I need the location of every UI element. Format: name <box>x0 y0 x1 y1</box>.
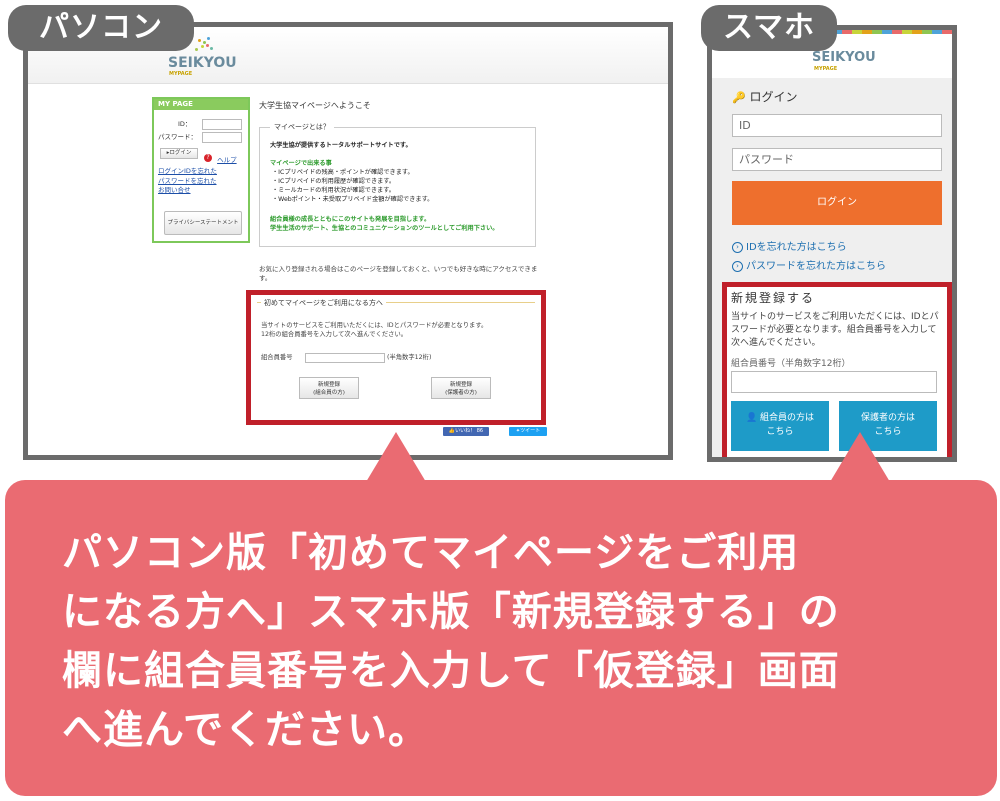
logo-subtext: MYPAGE <box>169 71 193 77</box>
sp-register-text: スワードが必要となります。組合員番号を入力して <box>731 325 937 335</box>
help-icon: ? <box>204 153 212 162</box>
sidebar-header: MY PAGE <box>154 99 248 110</box>
can-do-item: ・Webポイント・未受取プリペイド金額が確認できます。 <box>272 196 434 203</box>
sp-forgot-password-link[interactable]: › パスワードを忘れた方はこちら <box>732 257 886 272</box>
arrow-right-icon: › <box>732 260 743 272</box>
sp-login-button[interactable]: ログイン <box>732 181 942 225</box>
first-time-box-highlight: 初めてマイページをご利用になる方へ 当サイトのサービスをご利用いただくには、ID… <box>246 290 546 425</box>
register-member-label: 新規登録 <box>317 382 340 388</box>
sp-register-member-button[interactable]: 👤 組合員の方は こちら <box>731 401 829 451</box>
bookmark-note: お気に入り登録される場合はこのページを登録しておくと、いつでも好きな時にアクセス… <box>259 265 538 282</box>
can-do-item: ・ICプリペイドの利用履歴が確認できます。 <box>272 178 396 185</box>
sp-register-text: 次へ進んでください。 <box>731 338 821 348</box>
login-button[interactable]: ▸ログイン <box>160 148 198 159</box>
pc-screenshot: SEIKYOU MYPAGE MY PAGE ID： パスワード： ▸ログイン … <box>23 22 673 460</box>
password-label: パスワード： <box>158 133 197 141</box>
sp-register-title: 新規登録する <box>731 291 816 305</box>
sp-forgot-id-link[interactable]: › IDを忘れた方はこちら <box>732 238 847 253</box>
member-no-input[interactable] <box>305 353 385 363</box>
can-do-item: ・ミールカードの利用状況が確認できます。 <box>272 187 395 194</box>
like-button[interactable]: 👍いいね！ 86 <box>443 427 489 436</box>
tweet-label: ツイート <box>520 428 541 434</box>
sp-member-no-label: 組合員番号（半角数字12桁） <box>731 359 851 369</box>
sp-member-no-input[interactable] <box>731 371 937 393</box>
closing-line: 学生生活のサポート、生協とのコミュニケーションのツールとしてご利用下さい。 <box>270 225 499 232</box>
instruction-line: になる方へ」スマホ版「新規登録する」の <box>62 589 840 635</box>
sp-logo-text: SEIKYOU <box>812 50 876 65</box>
sp-login-title-text: ログイン <box>749 90 798 104</box>
sp-logo-subtext: MYPAGE <box>814 66 838 72</box>
register-guardian-label: 新規登録 <box>449 382 472 388</box>
sp-register-member-sublabel: こちら <box>766 427 794 437</box>
id-label: ID： <box>178 120 192 128</box>
forgot-id-link[interactable]: ログインIDを忘れた <box>158 167 217 177</box>
callout-pointer-pc <box>366 432 426 482</box>
mypage-sidebar: MY PAGE ID： パスワード： ▸ログイン ? ヘルプ ログインIDを忘れ… <box>152 97 250 243</box>
can-do-title: マイページで出来る事 <box>270 160 332 167</box>
help-link-label: ヘルプ <box>217 156 237 164</box>
sp-screenshot: SEIKYOU MYPAGE 🔑 ログイン ID パスワード ログイン › IDを… <box>707 25 957 462</box>
instruction-line: へ進んでください。 <box>62 707 429 753</box>
closing-line: 組合員様の成長とともにこのサイトも発展を目指します。 <box>270 216 431 223</box>
callout-pointer-sp <box>830 432 890 482</box>
sp-forgot-id-label: IDを忘れた方はこちら <box>746 242 847 253</box>
register-member-sublabel: (組合員の方) <box>313 390 345 396</box>
sp-register-text: 当サイトのサービスをご利用いただくには、IDとパ <box>731 312 939 322</box>
member-no-hint: (半角数字12桁) <box>387 354 432 361</box>
instruction-line: パソコン版「初めてマイページをご利用 <box>62 530 800 576</box>
pc-label: パソコン <box>8 5 194 51</box>
sp-login-title: 🔑 ログイン <box>732 88 798 105</box>
password-input[interactable] <box>202 132 242 143</box>
register-guardian-sublabel: (保護者の方) <box>445 390 477 396</box>
sp-register-guardian-label: 保護者の方は <box>860 413 915 423</box>
about-mypage-box: マイページとは？ 大学生協が提供するトータルサポートサイトです。 マイページで出… <box>259 122 536 247</box>
about-intro: 大学生協が提供するトータルサポートサイトです。 <box>270 142 412 149</box>
sp-id-input[interactable]: ID <box>732 114 942 137</box>
instruction-line: 欄に組合員番号を入力して「仮登録」画面 <box>62 648 840 694</box>
welcome-title: 大学生協マイページへようこそ <box>259 101 371 110</box>
arrow-right-icon: › <box>732 241 743 253</box>
privacy-statement-button[interactable]: プライバシーステートメント <box>164 211 242 235</box>
sidebar-links: ログインIDを忘れた パスワードを忘れた お問い合せ <box>158 167 217 196</box>
about-legend: マイページとは？ <box>270 122 334 132</box>
sp-register-member-label: 組合員の方は <box>760 413 815 423</box>
forgot-password-link[interactable]: パスワードを忘れた <box>158 177 217 187</box>
sp-password-input[interactable]: パスワード <box>732 148 942 171</box>
logo-text: SEIKYOU <box>168 55 237 71</box>
register-guardian-button[interactable]: 新規登録 (保護者の方) <box>431 377 491 399</box>
like-label: いいね！ 86 <box>455 428 484 434</box>
person-icon: 👤 <box>745 413 758 423</box>
register-member-button[interactable]: 新規登録 (組合員の方) <box>299 377 359 399</box>
help-link[interactable]: ? ヘルプ <box>204 147 237 166</box>
sp-forgot-password-label: パスワードを忘れた方はこちら <box>746 261 886 272</box>
id-input[interactable] <box>202 119 242 130</box>
first-time-text: 12桁の組合員番号を入力して次へ進んでください。 <box>261 331 408 338</box>
key-icon: 🔑 <box>732 91 746 104</box>
instruction-text: パソコン版「初めてマイページをご利用 になる方へ」スマホ版「新規登録する」の 欄… <box>62 524 962 760</box>
contact-link[interactable]: お問い合せ <box>158 186 217 196</box>
sp-label: スマホ <box>701 5 837 51</box>
first-time-legend: 初めてマイページをご利用になる方へ <box>261 298 386 308</box>
can-do-item: ・ICプリペイドの残高・ポイントが確認できます。 <box>272 169 414 176</box>
first-time-text: 当サイトのサービスをご利用いただくには、IDとパスワードが必要となります。 <box>261 322 488 329</box>
member-no-label: 組合員番号 <box>261 354 293 361</box>
tweet-button[interactable]: ✦ツイート <box>509 427 547 436</box>
